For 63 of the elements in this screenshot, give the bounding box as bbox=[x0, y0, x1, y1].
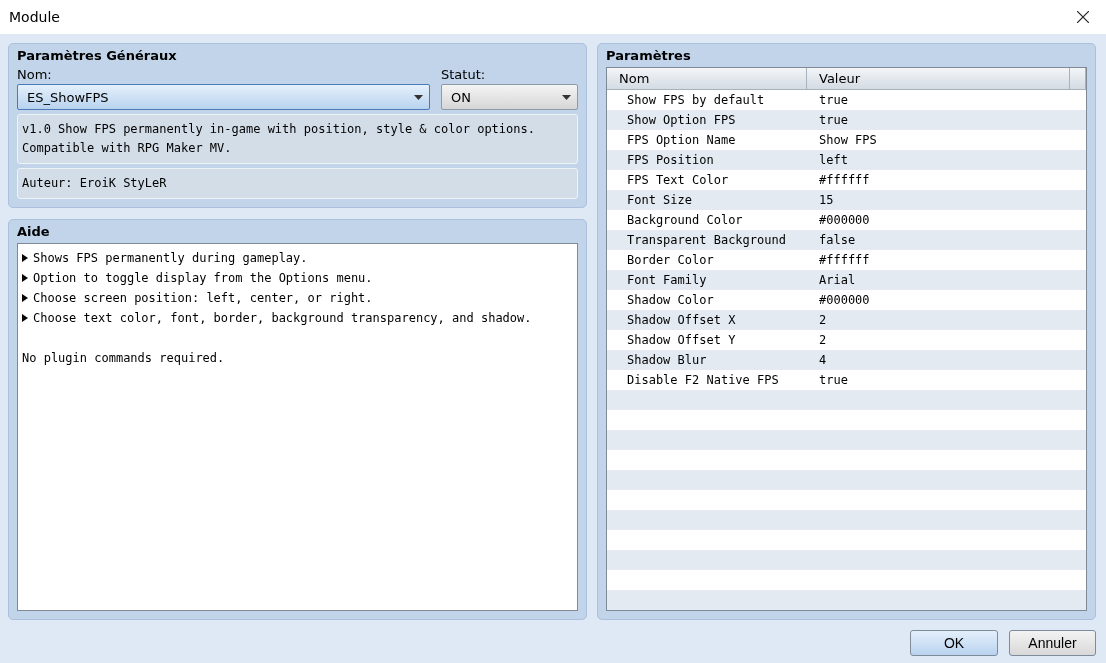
table-cell-text: Disable F2 Native FPS bbox=[626, 373, 780, 387]
help-line: Shows FPS permanently during gameplay. bbox=[33, 251, 308, 265]
field-label: Statut: bbox=[441, 67, 487, 82]
description-text: v1.0 Show FPS permanently in-game with position, style & color options. Compatible with RPG Maker MV. bbox=[17, 114, 578, 164]
field-label: Nom: bbox=[17, 67, 53, 82]
table-cell-text: Border Color bbox=[626, 253, 715, 267]
table-row[interactable]: FPS Position left bbox=[607, 150, 1086, 170]
table-cell-text: Transparent Background bbox=[626, 233, 787, 247]
table-cell-text: FPS Position bbox=[626, 153, 715, 167]
table-cell-text: Font Size bbox=[626, 193, 694, 207]
table-cell-text: Font Family bbox=[626, 273, 708, 287]
table-cell-text: Arial bbox=[818, 273, 856, 287]
help-line: Choose text color, font, border, background transparency, and shadow. bbox=[33, 311, 532, 325]
table-row[interactable]: Shadow Offset X 2 bbox=[607, 310, 1086, 330]
table-cell-text: false bbox=[818, 233, 856, 247]
column-header[interactable]: Nom bbox=[607, 68, 807, 89]
bullet-icon bbox=[22, 254, 28, 262]
table-cell-text: #000000 bbox=[818, 293, 870, 307]
table-cell-text: #000000 bbox=[818, 213, 870, 227]
table-cell-text: Show FPS by default bbox=[626, 93, 766, 107]
table-cell-text: Shadow Offset X bbox=[626, 313, 737, 327]
help-line: Choose screen position: left, center, or right. bbox=[33, 291, 373, 305]
panel-title: Paramètres Généraux bbox=[17, 48, 178, 63]
table-cell-text: #ffffff bbox=[818, 253, 870, 267]
bullet-icon bbox=[22, 314, 28, 322]
table-row[interactable]: Font Size 15 bbox=[607, 190, 1086, 210]
bullet-icon bbox=[22, 274, 28, 282]
dropdown-caret-icon bbox=[414, 94, 423, 100]
dropdown-caret-icon bbox=[562, 94, 571, 100]
table-cell-text: true bbox=[818, 373, 848, 387]
panel-title: Paramètres bbox=[606, 48, 692, 63]
table-cell-text: Show Option FPS bbox=[626, 113, 737, 127]
ok-button[interactable]: OK bbox=[910, 630, 998, 656]
help-line: No plugin commands required. bbox=[22, 351, 225, 365]
author-text: Auteur: EroiK StyLeR bbox=[17, 168, 578, 199]
table-cell-text: Shadow Blur bbox=[626, 353, 708, 367]
table-cell-text: 15 bbox=[818, 193, 834, 207]
table-cell-text: 2 bbox=[818, 313, 827, 327]
table-row[interactable]: Transparent Background false bbox=[607, 230, 1086, 250]
column-header[interactable]: Valeur bbox=[807, 68, 1070, 89]
table-cell-text: 2 bbox=[818, 333, 827, 347]
status-dropdown[interactable]: ON bbox=[441, 84, 578, 110]
bullet-icon bbox=[22, 294, 28, 302]
table-row[interactable]: Show Option FPS true bbox=[607, 110, 1086, 130]
panel-title: Aide bbox=[17, 224, 51, 239]
table-cell-text: true bbox=[818, 93, 848, 107]
table-cell-text: true bbox=[818, 113, 848, 127]
table-cell-text: Shadow Color bbox=[626, 293, 715, 307]
cancel-button[interactable]: Annuler bbox=[1009, 630, 1096, 656]
table-cell-text: left bbox=[818, 153, 848, 167]
table-row[interactable]: Shadow Blur 4 bbox=[607, 350, 1086, 370]
table-cell-text: Shadow Offset Y bbox=[626, 333, 737, 347]
table-cell-text: FPS Option Name bbox=[626, 133, 737, 147]
table-cell-text: FPS Text Color bbox=[626, 173, 730, 187]
name-dropdown[interactable]: ES_ShowFPS bbox=[17, 84, 430, 110]
table-cell-text: 4 bbox=[818, 353, 827, 367]
table-cell-text: #ffffff bbox=[818, 173, 870, 187]
close-icon bbox=[1077, 11, 1089, 23]
table-row[interactable]: Font Family Arial bbox=[607, 270, 1086, 290]
window-title: Module bbox=[9, 9, 60, 25]
help-line: Option to toggle display from the Options menu. bbox=[33, 271, 373, 285]
table-cell-text: Show FPS bbox=[818, 133, 877, 147]
table-cell-text: Background Color bbox=[626, 213, 744, 227]
